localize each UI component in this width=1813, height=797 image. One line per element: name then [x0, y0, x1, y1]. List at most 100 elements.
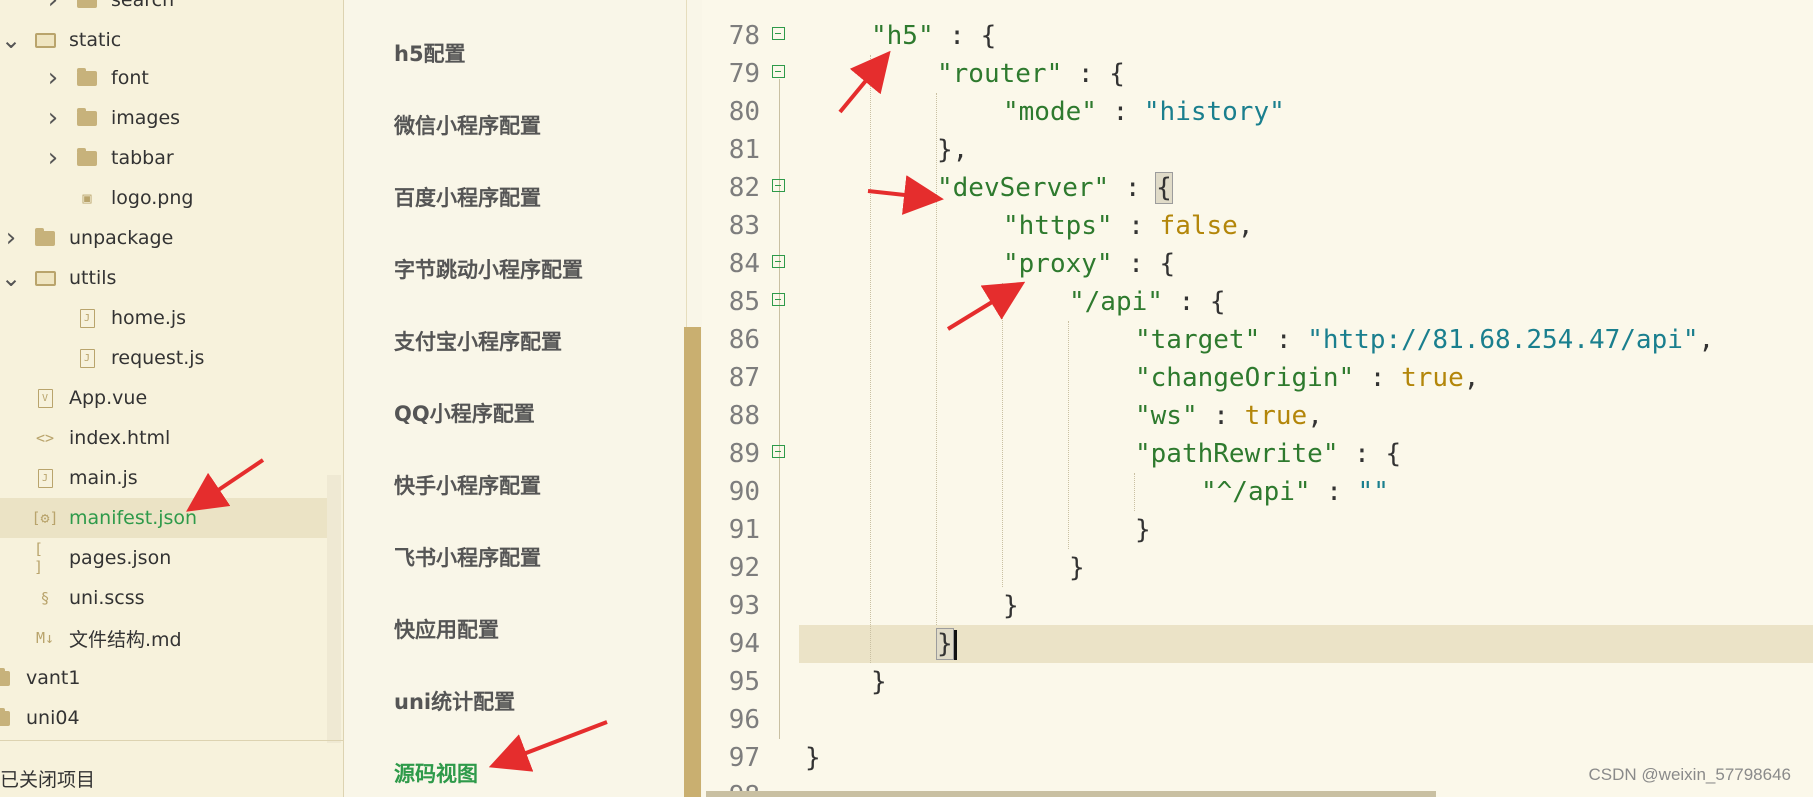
code-token: :	[1112, 211, 1160, 241]
chevron-right-icon[interactable]: ›	[44, 63, 62, 93]
code-token: : {	[1112, 249, 1176, 279]
code-line[interactable]: 83 "https" : false,	[702, 207, 1813, 245]
code-token: ,	[1698, 325, 1715, 355]
code-token: false	[1159, 211, 1238, 241]
config-nav-item[interactable]: uni统计配置	[394, 686, 515, 716]
config-nav-item[interactable]: h5配置	[394, 38, 466, 68]
chevron-right-icon[interactable]: ›	[44, 0, 62, 15]
tree-item[interactable]: <> index.html	[0, 418, 328, 458]
code-line[interactable]: 91}	[702, 511, 1813, 549]
json-settings-icon: [⚙]	[31, 509, 59, 527]
tree-item[interactable]: [⚙] manifest.json	[0, 498, 328, 538]
image-file-icon: ▣	[82, 189, 92, 207]
code-token: :	[1354, 363, 1402, 393]
config-nav-item[interactable]: 快应用配置	[394, 614, 499, 644]
matched-bracket: {	[1155, 172, 1173, 204]
markdown-file-icon: M↓	[35, 629, 55, 647]
config-nav-item[interactable]: 飞书小程序配置	[394, 542, 541, 572]
code-line[interactable]: 90 "^/api" : ""	[702, 473, 1813, 511]
line-number: 80	[728, 97, 760, 127]
chevron-right-icon[interactable]: ›	[44, 103, 62, 133]
line-number: 97	[728, 743, 760, 773]
line-number: 86	[728, 325, 760, 355]
code-line[interactable]: 78 "h5" : {	[702, 17, 1813, 55]
tree-item[interactable]: uni04	[0, 698, 328, 738]
code-line[interactable]: 85 "/api" : {	[702, 283, 1813, 321]
tree-item[interactable]: › tabbar	[0, 138, 328, 178]
code-line[interactable]: 96	[702, 701, 1813, 739]
code-line[interactable]: 93}	[702, 587, 1813, 625]
tree-item[interactable]: [ ] pages.json	[0, 538, 328, 578]
code-line[interactable]: 79 "router" : {	[702, 55, 1813, 93]
code-line[interactable]: 86 "target" : "http://81.68.254.47/api",	[702, 321, 1813, 359]
tree-item[interactable]: ⌄ static	[0, 20, 328, 60]
line-number: 83	[728, 211, 760, 241]
config-nav-item[interactable]: QQ小程序配置	[394, 398, 535, 428]
editor-horizontal-scrollbar[interactable]	[706, 791, 1436, 797]
sidebar-scrollbar[interactable]	[327, 475, 341, 743]
code-line[interactable]: 88 "ws" : true,	[702, 397, 1813, 435]
code-line[interactable]: 95}	[702, 663, 1813, 701]
fold-collapse-icon[interactable]	[772, 255, 785, 268]
tree-item[interactable]: § uni.scss	[0, 578, 328, 618]
tree-item-label: request.js	[111, 347, 205, 369]
tree-item-label: home.js	[111, 307, 187, 329]
tree-item[interactable]: M↓ 文件结构.md	[0, 618, 328, 658]
fold-collapse-icon[interactable]	[772, 65, 785, 78]
line-number: 78	[728, 21, 760, 51]
config-nav-scrollbar[interactable]	[684, 327, 701, 797]
code-line[interactable]: 82 "devServer" : {	[702, 169, 1813, 207]
tree-item[interactable]: › font	[0, 58, 328, 98]
closed-projects-label[interactable]: 已关闭项目	[0, 765, 95, 792]
tree-item[interactable]: vant1	[0, 658, 328, 698]
code-line[interactable]: 89 "pathRewrite" : {	[702, 435, 1813, 473]
folder-open-icon	[34, 267, 56, 289]
tree-item[interactable]: V App.vue	[0, 378, 328, 418]
chevron-down-icon[interactable]: ⌄	[1, 26, 21, 54]
tree-item[interactable]: › images	[0, 98, 328, 138]
line-number: 89	[728, 439, 760, 469]
tree-item[interactable]: › unpackage	[0, 218, 328, 258]
tree-item[interactable]: ▣ logo.png	[0, 178, 328, 218]
config-nav-item[interactable]: 字节跳动小程序配置	[394, 254, 583, 284]
code-line[interactable]: 94}	[702, 625, 1813, 663]
fold-collapse-icon[interactable]	[772, 445, 785, 458]
json-file-icon: [ ]	[34, 540, 44, 576]
tree-item-label: tabbar	[111, 147, 174, 169]
config-nav-item[interactable]: 微信小程序配置	[394, 110, 541, 140]
tree-item[interactable]: Jhome.js	[0, 298, 328, 338]
config-nav-item[interactable]: 百度小程序配置	[394, 182, 541, 212]
line-number: 92	[728, 553, 760, 583]
code-line[interactable]: 84 "proxy" : {	[702, 245, 1813, 283]
code-line[interactable]: 81},	[702, 131, 1813, 169]
tree-item[interactable]: Jrequest.js	[0, 338, 328, 378]
line-number: 94	[728, 629, 760, 659]
fold-collapse-icon[interactable]	[772, 293, 785, 306]
code-text: "/api" : {	[1069, 283, 1226, 321]
code-token: "router"	[937, 59, 1063, 89]
tree-item[interactable]: › search	[0, 0, 328, 20]
code-editor[interactable]: 78 "h5" : {79 "router" : {80 "mode" : "hist…	[702, 0, 1813, 797]
tree-item[interactable]: Jmain.js	[0, 458, 328, 498]
chevron-right-icon[interactable]: ›	[2, 223, 20, 253]
config-nav-item[interactable]: 支付宝小程序配置	[394, 326, 562, 356]
code-text: },	[937, 131, 968, 169]
code-token: "h5"	[871, 21, 934, 51]
code-line[interactable]: 87 "changeOrigin" : true,	[702, 359, 1813, 397]
code-token: "mode"	[1003, 97, 1097, 127]
fold-collapse-icon[interactable]	[772, 27, 785, 40]
code-token: : {	[933, 21, 997, 51]
code-line[interactable]: 80 "mode" : "history"	[702, 93, 1813, 131]
tree-item-label: uni04	[26, 707, 80, 729]
config-nav-item[interactable]: 快手小程序配置	[394, 470, 541, 500]
code-line[interactable]: 92}	[702, 549, 1813, 587]
folder-icon	[34, 227, 56, 249]
code-text: "h5" : {	[871, 17, 996, 55]
fold-collapse-icon[interactable]	[772, 179, 785, 192]
chevron-down-icon[interactable]: ⌄	[1, 264, 21, 292]
scss-file-icon: §	[40, 589, 50, 607]
code-text: "mode" : "history"	[1003, 93, 1285, 131]
config-nav-item[interactable]: 源码视图	[394, 758, 478, 788]
chevron-right-icon[interactable]: ›	[44, 143, 62, 173]
tree-item[interactable]: ⌄ uttils	[0, 258, 328, 298]
